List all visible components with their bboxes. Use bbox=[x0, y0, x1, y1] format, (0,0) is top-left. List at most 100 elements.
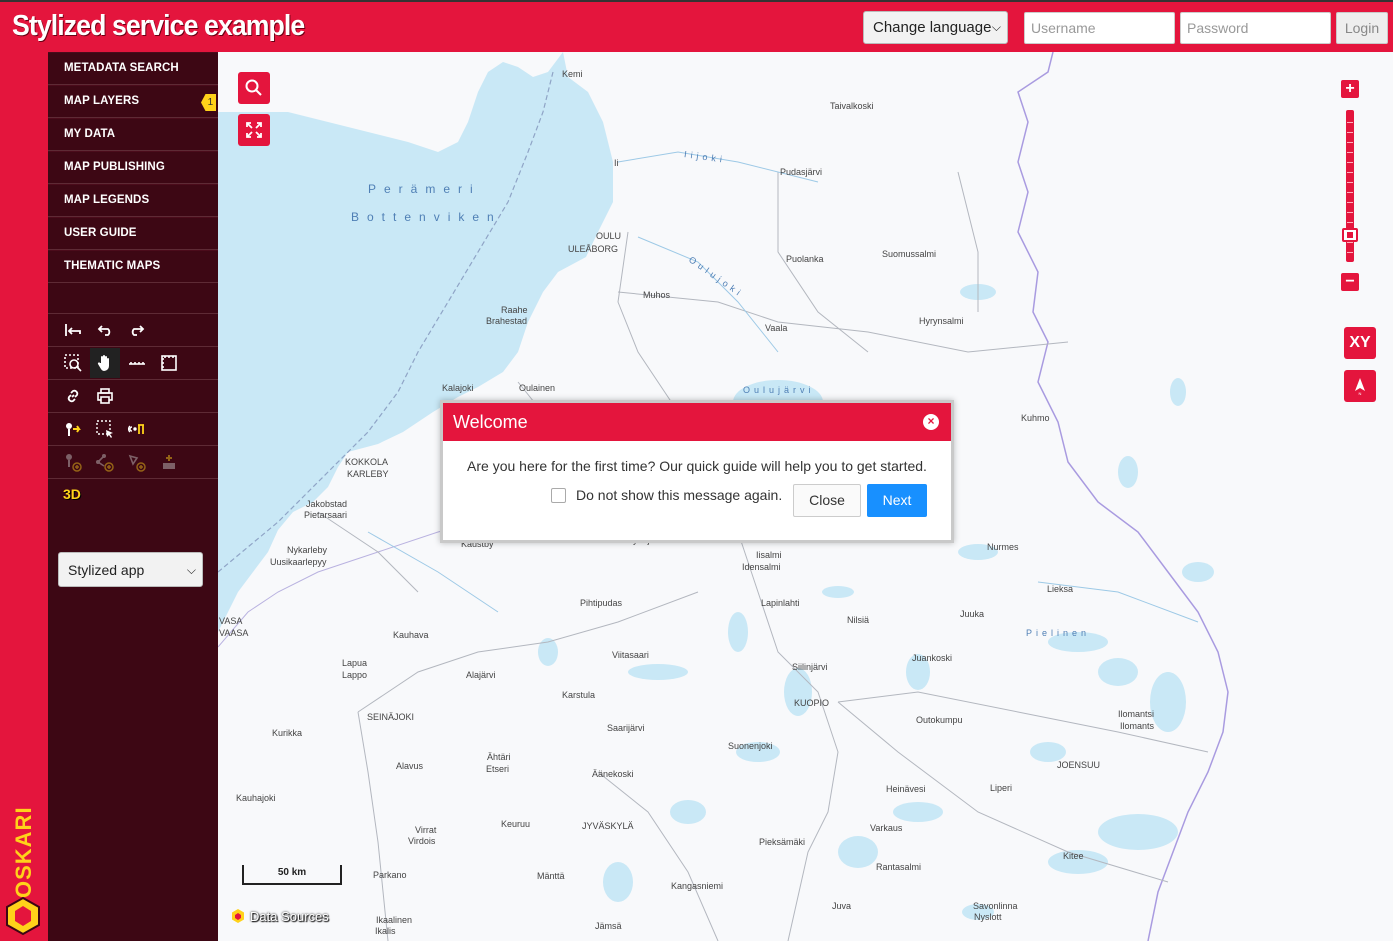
next-button[interactable]: Next bbox=[867, 484, 927, 517]
language-select[interactable]: Change language ⌵ bbox=[863, 11, 1008, 44]
place-label: SEINÄJOKI bbox=[367, 712, 415, 722]
place-label: Keuruu bbox=[501, 819, 531, 829]
gfi-icon[interactable] bbox=[122, 414, 152, 444]
north-arrow-icon: N bbox=[1355, 378, 1365, 396]
zoom-in-button[interactable]: + bbox=[1341, 80, 1359, 98]
place-label: Kauhava bbox=[393, 630, 429, 640]
sidebar: METADATA SEARCH MAP LAYERS 1 MY DATA MAP … bbox=[48, 52, 218, 941]
place-label: Karstula bbox=[562, 690, 596, 700]
data-sources-label: Data Sources bbox=[250, 908, 329, 924]
place-label: OULU bbox=[596, 231, 622, 241]
close-button[interactable]: Close bbox=[793, 484, 861, 517]
toolbar-drawing bbox=[48, 446, 218, 479]
app-select[interactable]: Stylized app ⌵ bbox=[58, 552, 203, 587]
scale-label: 50 km bbox=[277, 867, 307, 878]
search-icon bbox=[245, 79, 262, 96]
add-layer-icon[interactable] bbox=[154, 447, 184, 477]
measure-area-icon[interactable] bbox=[154, 348, 184, 378]
scale-bar: 50 km bbox=[242, 861, 342, 885]
place-label: Jämsä bbox=[595, 921, 622, 931]
north-arrow-button[interactable]: N bbox=[1344, 370, 1376, 402]
toolbar-navigation bbox=[48, 347, 218, 380]
place-label: Jakobstad bbox=[306, 499, 348, 509]
layer-count-badge: 1 bbox=[201, 94, 216, 111]
map-search-button[interactable] bbox=[238, 72, 270, 104]
dialog-message: Are you here for the first time? Our qui… bbox=[467, 458, 927, 474]
place-label: Juva bbox=[832, 901, 852, 911]
redo-icon[interactable] bbox=[122, 315, 152, 345]
3d-button[interactable]: 3D bbox=[63, 486, 81, 502]
zoom-box-icon[interactable] bbox=[58, 348, 88, 378]
place-label: Outokumpu bbox=[916, 715, 963, 725]
dialog-header: Welcome × bbox=[443, 403, 951, 441]
place-label: Viitasaari bbox=[612, 650, 649, 660]
toolbar-info bbox=[48, 413, 218, 446]
place-label: Virrat bbox=[415, 825, 437, 835]
login-button[interactable]: Login bbox=[1336, 12, 1388, 44]
pan-hand-icon[interactable] bbox=[90, 348, 120, 378]
menu-map-legends[interactable]: MAP LEGENDS bbox=[48, 184, 218, 217]
toolbar-share bbox=[48, 380, 218, 413]
measure-line-icon[interactable] bbox=[122, 348, 152, 378]
place-label: Kuhmo bbox=[1021, 413, 1050, 423]
select-feature-icon[interactable] bbox=[90, 414, 120, 444]
undo-icon[interactable] bbox=[90, 315, 120, 345]
place-label: Nilsiä bbox=[847, 615, 870, 625]
menu-my-data[interactable]: MY DATA bbox=[48, 118, 218, 151]
menu-label: THEMATIC MAPS bbox=[64, 260, 161, 272]
data-sources-link[interactable]: Data Sources bbox=[230, 908, 329, 924]
place-label: Varkaus bbox=[870, 823, 903, 833]
add-point-icon[interactable] bbox=[58, 447, 88, 477]
menu-label: USER GUIDE bbox=[64, 227, 137, 239]
coordinate-tool-button[interactable]: XY bbox=[1344, 327, 1376, 359]
dialog-title: Welcome bbox=[453, 412, 528, 432]
place-label: Rantasalmi bbox=[876, 862, 922, 872]
chevron-down-icon: ⌵ bbox=[186, 563, 196, 577]
place-label: Nyslott bbox=[974, 912, 1002, 922]
zoom-out-button[interactable]: − bbox=[1341, 273, 1359, 291]
print-icon[interactable] bbox=[90, 381, 120, 411]
place-label: Iisalmi bbox=[756, 550, 782, 560]
place-label: Pudasjärvi bbox=[780, 167, 823, 177]
place-label: ULEÅBORG bbox=[568, 244, 619, 254]
chevron-down-icon: ⌵ bbox=[991, 20, 1001, 34]
menu-map-publishing[interactable]: MAP PUBLISHING bbox=[48, 151, 218, 184]
place-label: Ähtäri bbox=[487, 752, 511, 762]
menu-thematic-maps[interactable]: THEMATIC MAPS bbox=[48, 250, 218, 283]
place-label: JOENSUU bbox=[1057, 760, 1101, 770]
password-input[interactable]: Password bbox=[1180, 12, 1331, 44]
place-label: Äänekoski bbox=[592, 769, 634, 779]
menu-metadata-search[interactable]: METADATA SEARCH bbox=[48, 52, 218, 85]
dont-show-again-checkbox[interactable]: Do not show this message again. bbox=[551, 487, 782, 503]
get-info-icon[interactable] bbox=[58, 414, 88, 444]
add-area-icon[interactable] bbox=[122, 447, 152, 477]
place-label: VAASA bbox=[219, 628, 249, 638]
checkbox-box[interactable] bbox=[551, 487, 566, 503]
menu-user-guide[interactable]: USER GUIDE bbox=[48, 217, 218, 250]
place-label: Saarijärvi bbox=[607, 723, 645, 733]
link-icon[interactable] bbox=[58, 381, 88, 411]
menu-map-layers[interactable]: MAP LAYERS 1 bbox=[48, 85, 218, 118]
oskari-small-logo-icon bbox=[232, 909, 244, 923]
place-label: Muhos bbox=[643, 290, 671, 300]
place-label: Uusikaarlepyy bbox=[270, 557, 327, 567]
username-input[interactable]: Username bbox=[1024, 12, 1175, 44]
place-label: Nykarleby bbox=[287, 545, 328, 555]
app-select-label: Stylized app bbox=[68, 562, 145, 578]
svg-text:N: N bbox=[1359, 391, 1362, 396]
add-line-icon[interactable] bbox=[90, 447, 120, 477]
place-label: JYVÄSKYLÄ bbox=[582, 821, 634, 831]
close-icon[interactable]: × bbox=[923, 414, 939, 430]
place-label: Ikalis bbox=[375, 926, 396, 936]
reset-view-icon[interactable] bbox=[58, 315, 88, 345]
place-label: Kemi bbox=[562, 69, 583, 79]
place-label: Etseri bbox=[486, 764, 510, 774]
place-label: Brahestad bbox=[486, 316, 528, 326]
place-label: Vaala bbox=[765, 323, 788, 333]
place-label: Pihtipudas bbox=[580, 598, 623, 608]
zoom-slider-handle[interactable] bbox=[1342, 228, 1358, 242]
place-label: Lappo bbox=[342, 670, 368, 680]
water-label: Bottenviken bbox=[351, 210, 502, 224]
place-label: Kauhajoki bbox=[236, 793, 276, 803]
fullscreen-button[interactable] bbox=[238, 114, 270, 146]
